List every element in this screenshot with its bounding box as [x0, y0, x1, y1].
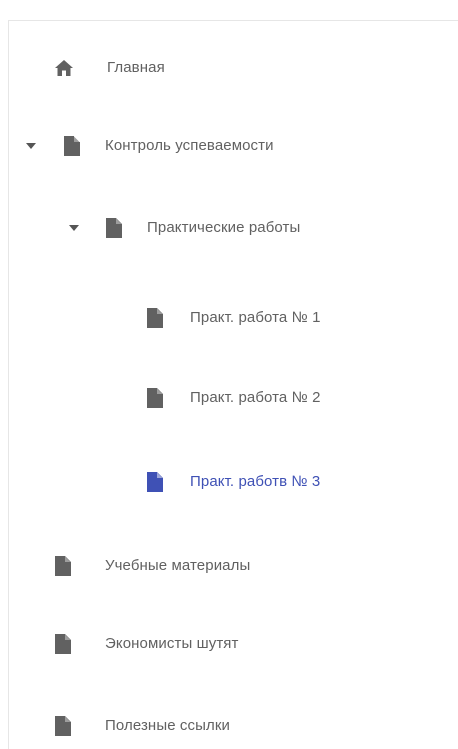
chevron-down-icon[interactable] — [69, 225, 79, 231]
nav-item-label: Полезные ссылки — [105, 717, 230, 734]
nav-item-practical-work-2[interactable]: Практ. работа № 2 — [140, 378, 420, 418]
home-icon — [54, 57, 74, 79]
nav-item-label: Практ. работа № 1 — [190, 309, 321, 326]
nav-item-practical-work-1[interactable]: Практ. работа № 1 — [140, 298, 420, 338]
nav-item-label: Главная — [107, 59, 165, 76]
nav-item-useful-links[interactable]: Полезные ссылки — [40, 706, 400, 746]
nav-item-label: Практ. работв № 3 — [190, 473, 321, 490]
document-icon — [146, 307, 164, 329]
nav-item-economists-joke[interactable]: Экономисты шутят — [40, 624, 400, 664]
document-icon — [54, 715, 72, 737]
nav-item-practical-work-3[interactable]: Практ. работв № 3 — [140, 462, 420, 502]
nav-item-label: Учебные материалы — [105, 557, 251, 574]
nav-item-label: Практические работы — [147, 219, 301, 236]
nav-item-progress-control[interactable]: Контроль успеваемости — [0, 126, 400, 166]
nav-item-label: Практ. работа № 2 — [190, 389, 321, 406]
navigation-tree: Главная Контроль успеваемости Практическ… — [0, 0, 458, 749]
nav-item-home[interactable]: Главная — [40, 48, 340, 88]
document-icon — [54, 555, 72, 577]
chevron-down-icon[interactable] — [26, 143, 36, 149]
nav-item-practical-works[interactable]: Практические работы — [40, 208, 420, 248]
nav-item-label: Контроль успеваемости — [105, 137, 274, 154]
nav-item-label: Экономисты шутят — [105, 635, 239, 652]
document-icon — [146, 471, 164, 493]
document-icon — [63, 135, 81, 157]
document-icon — [54, 633, 72, 655]
nav-item-study-materials[interactable]: Учебные материалы — [40, 546, 400, 586]
document-icon — [146, 387, 164, 409]
document-icon — [105, 217, 123, 239]
